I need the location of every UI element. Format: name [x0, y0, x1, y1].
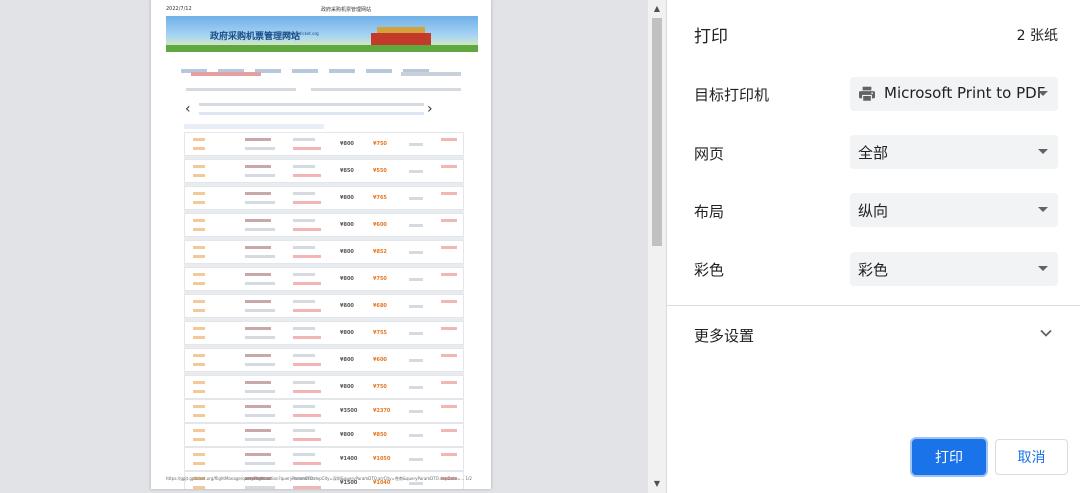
color-label: 彩色 — [694, 261, 725, 279]
price-discount: ¥550 — [373, 168, 387, 174]
price-original: ¥800 — [340, 303, 354, 309]
price-original: ¥3500 — [340, 408, 358, 414]
price-original: ¥800 — [340, 384, 354, 390]
price-discount: ¥750 — [373, 384, 387, 390]
price-discount: ¥2370 — [373, 408, 391, 414]
table-row: ¥800 ¥750 — [184, 375, 464, 399]
price-original: ¥800 — [340, 432, 354, 438]
pages-select[interactable]: 全部 — [850, 135, 1058, 169]
print-settings-panel: 打印 2 张纸 目标打印机 Microsoft Print to PDF 网页 … — [666, 0, 1080, 493]
layout-select[interactable]: 纵向 — [850, 193, 1058, 227]
chevron-down-icon — [1038, 266, 1048, 271]
price-original: ¥800 — [340, 330, 354, 336]
price-original: ¥800 — [340, 141, 354, 147]
table-row: ¥800 ¥600 — [184, 348, 464, 372]
layout-label: 布局 — [694, 203, 725, 221]
price-original: ¥800 — [340, 249, 354, 255]
scroll-up-icon[interactable]: ▲ — [648, 0, 666, 18]
next-date-arrow: › — [427, 101, 433, 117]
table-row: ¥800 ¥600 — [184, 213, 464, 237]
pages-label: 网页 — [694, 145, 725, 163]
table-row: ¥800 ¥850 — [184, 423, 464, 447]
table-row: ¥1400 ¥1050 — [184, 447, 464, 471]
table-row: ¥800 ¥765 — [184, 186, 464, 210]
price-discount: ¥1050 — [373, 456, 391, 462]
search-bar — [186, 88, 296, 91]
filter-bar — [184, 124, 324, 129]
price-discount: ¥755 — [373, 330, 387, 336]
user-links — [401, 72, 461, 76]
preview-scrollbar[interactable]: ▲ ▼ — [648, 0, 666, 493]
color-select[interactable]: 彩色 — [850, 252, 1058, 286]
more-settings-toggle[interactable]: 更多设置 — [667, 313, 1080, 355]
panel-divider — [667, 305, 1080, 306]
chevron-down-icon — [1038, 207, 1048, 212]
chevron-down-icon — [1038, 149, 1048, 154]
scroll-down-icon[interactable]: ▼ — [648, 475, 666, 493]
site-banner: 政府采购机票管理网站 www.gpticket.org — [166, 16, 478, 52]
price-discount: ¥765 — [373, 195, 387, 201]
table-row: ¥800 ¥750 — [184, 267, 464, 291]
price-discount: ¥852 — [373, 249, 387, 255]
table-row: ¥800 ¥750 — [184, 132, 464, 156]
print-button[interactable]: 打印 — [912, 439, 986, 475]
prev-date-arrow: ‹ — [185, 101, 191, 117]
scroll-thumb[interactable] — [652, 18, 662, 246]
table-row: ¥800 ¥852 — [184, 240, 464, 264]
breadcrumb — [191, 72, 261, 76]
pages-value: 全部 — [858, 144, 889, 162]
page-header-title: 政府采购机票管理网站 — [321, 7, 372, 13]
date-tabs — [199, 103, 424, 106]
search-bar-2 — [311, 88, 461, 91]
price-discount: ¥750 — [373, 276, 387, 282]
table-row: ¥850 ¥550 — [184, 159, 464, 183]
cancel-button[interactable]: 取消 — [995, 439, 1068, 475]
printer-value: Microsoft Print to PDF — [884, 84, 1046, 102]
printer-icon — [859, 86, 875, 102]
print-preview-area: 2022/7/12 政府采购机票管理网站 政府采购机票管理网站 www.gpti… — [0, 0, 648, 493]
price-original: ¥800 — [340, 195, 354, 201]
panel-title: 打印 — [694, 27, 728, 47]
price-original: ¥800 — [340, 276, 354, 282]
page-header-date: 2022/7/12 — [166, 6, 192, 12]
flight-table: ¥800 ¥750 ¥850 ¥550 ¥800 ¥765 ¥800 ¥600 ¥800 ¥852… — [184, 132, 464, 489]
price-discount: ¥600 — [373, 222, 387, 228]
banner-grass — [166, 45, 478, 52]
price-discount: ¥600 — [373, 357, 387, 363]
color-value: 彩色 — [858, 261, 889, 279]
table-row: ¥800 ¥755 — [184, 321, 464, 345]
page-header: 2022/7/12 政府采购机票管理网站 — [166, 6, 476, 14]
table-row: ¥3500 ¥2370 — [184, 399, 464, 423]
site-url: www.gpticket.org — [284, 31, 319, 36]
table-row: ¥800 ¥680 — [184, 294, 464, 318]
chevron-down-icon — [1040, 329, 1052, 337]
printer-label: 目标打印机 — [694, 86, 770, 104]
printer-select[interactable]: Microsoft Print to PDF — [850, 77, 1058, 111]
chevron-down-icon — [1038, 91, 1048, 96]
more-settings-label: 更多设置 — [694, 327, 755, 345]
sheet-count: 2 张纸 — [1016, 28, 1058, 44]
price-original: ¥1400 — [340, 456, 358, 462]
price-discount: ¥850 — [373, 432, 387, 438]
price-discount: ¥750 — [373, 141, 387, 147]
page-footer-url: https://gpjt.gpticket.org/flightManage/q… — [166, 476, 472, 481]
site-nav — [181, 58, 471, 73]
price-discount: ¥680 — [373, 303, 387, 309]
price-original: ¥800 — [340, 222, 354, 228]
layout-value: 纵向 — [858, 202, 889, 220]
price-original: ¥850 — [340, 168, 354, 174]
date-prices — [199, 112, 424, 115]
price-original: ¥800 — [340, 357, 354, 363]
preview-page: 2022/7/12 政府采购机票管理网站 政府采购机票管理网站 www.gpti… — [151, 0, 491, 489]
